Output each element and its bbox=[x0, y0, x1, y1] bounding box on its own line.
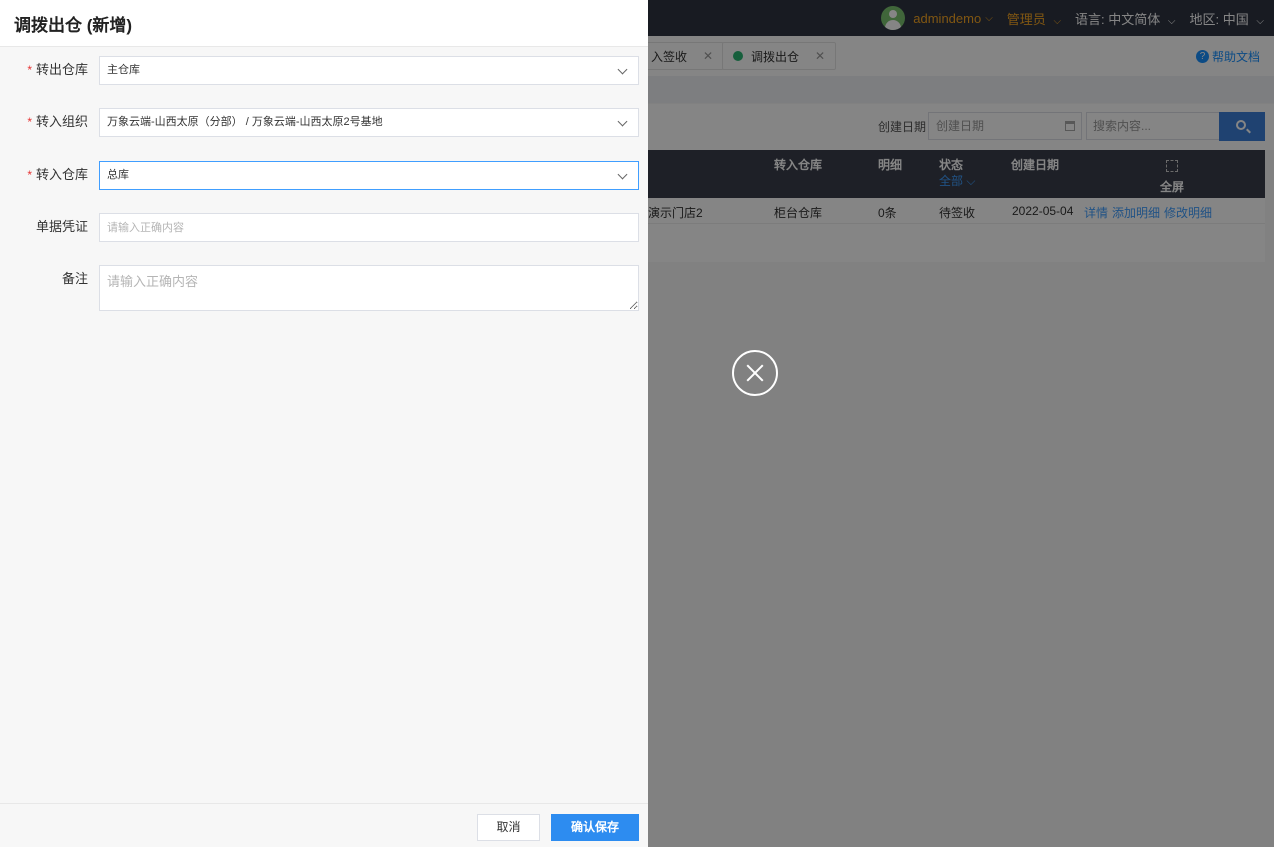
select-value: 主仓库 bbox=[107, 64, 140, 76]
remark-textarea[interactable] bbox=[99, 265, 639, 311]
chevron-down-icon bbox=[617, 116, 628, 127]
required-mark: * bbox=[27, 63, 32, 77]
cancel-button[interactable]: 取消 bbox=[477, 814, 540, 841]
drawer-footer: 取消 确认保存 bbox=[0, 803, 648, 847]
close-drawer-icon[interactable] bbox=[732, 350, 778, 396]
field-label: * 转入组织 bbox=[27, 114, 88, 129]
required-mark: * bbox=[27, 168, 32, 182]
in-org-select[interactable]: 万象云端-山西太原（分部） / 万象云端-山西太原2号基地 bbox=[99, 108, 639, 137]
field-label: 备注 bbox=[61, 271, 88, 286]
field-label: * 转入仓库 bbox=[27, 167, 88, 182]
in-warehouse-select[interactable]: 总库 bbox=[99, 161, 639, 190]
chevron-down-icon bbox=[617, 64, 628, 75]
out-warehouse-select[interactable]: 主仓库 bbox=[99, 56, 639, 85]
select-value: 总库 bbox=[107, 169, 129, 181]
drawer-title: 调拨出仓 (新增) bbox=[0, 0, 648, 47]
select-value: 万象云端-山西太原（分部） / 万象云端-山西太原2号基地 bbox=[107, 116, 383, 128]
chevron-down-icon bbox=[617, 169, 628, 180]
create-transfer-drawer: 调拨出仓 (新增) * 转出仓库 主仓库 * 转入组织 万象云端-山西太原（分部） … bbox=[0, 0, 648, 847]
voucher-input[interactable] bbox=[99, 213, 639, 242]
save-button[interactable]: 确认保存 bbox=[551, 814, 639, 841]
required-mark: * bbox=[27, 115, 32, 129]
field-label: * 转出仓库 bbox=[27, 62, 88, 77]
field-label: 单据凭证 bbox=[35, 219, 88, 234]
